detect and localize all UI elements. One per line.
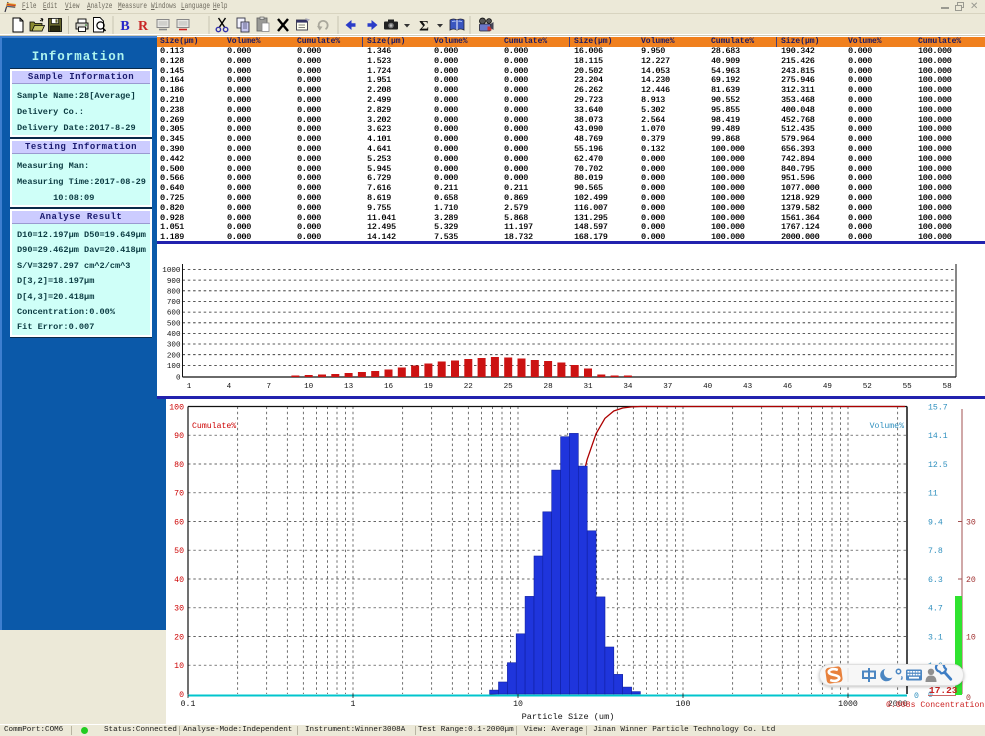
- svg-text:100: 100: [167, 363, 181, 371]
- svg-text:25: 25: [504, 383, 514, 391]
- svg-text:700: 700: [167, 299, 181, 307]
- svg-text:Particle Size (um): Particle Size (um): [522, 712, 615, 722]
- svg-text:14.1: 14.1: [928, 432, 948, 441]
- svg-text:0.1: 0.1: [181, 700, 196, 709]
- svg-text:20: 20: [174, 633, 184, 642]
- svg-text:9.4: 9.4: [928, 518, 943, 527]
- svg-text:90: 90: [174, 432, 184, 441]
- svg-text:40: 40: [703, 383, 713, 391]
- svg-text:12.5: 12.5: [928, 461, 948, 470]
- svg-text:Σ: Σ: [419, 19, 429, 35]
- svg-text:30: 30: [174, 605, 184, 614]
- svg-text:Cumulate%: Cumulate%: [192, 421, 236, 431]
- svg-text:Volume%: Volume%: [870, 421, 904, 431]
- svg-text:10: 10: [304, 383, 314, 391]
- svg-text:0: 0: [176, 375, 181, 383]
- svg-text:0.008s Concentration: 0.008s Concentration: [886, 700, 984, 710]
- svg-text:1000: 1000: [162, 267, 181, 275]
- svg-text:50: 50: [174, 547, 184, 556]
- svg-text:80: 80: [174, 461, 184, 470]
- svg-text:B: B: [120, 19, 129, 34]
- svg-text:400: 400: [167, 331, 181, 339]
- svg-text:19: 19: [424, 383, 434, 391]
- svg-text:70: 70: [174, 490, 184, 499]
- svg-text:58: 58: [943, 383, 953, 391]
- svg-text:3.1: 3.1: [928, 633, 943, 642]
- svg-text:4: 4: [227, 383, 232, 391]
- svg-text:7.8: 7.8: [928, 547, 943, 556]
- svg-text:22: 22: [464, 383, 474, 391]
- svg-text:100: 100: [169, 403, 184, 412]
- svg-text:10: 10: [966, 634, 976, 643]
- svg-text:10: 10: [174, 662, 184, 671]
- svg-text:11: 11: [928, 490, 938, 499]
- svg-text:60: 60: [174, 518, 184, 527]
- svg-text:R: R: [138, 19, 149, 34]
- svg-text:55: 55: [903, 383, 913, 391]
- svg-text:16: 16: [384, 383, 394, 391]
- svg-text:10: 10: [513, 700, 523, 709]
- svg-text:28: 28: [544, 383, 554, 391]
- svg-text:600: 600: [167, 310, 181, 318]
- svg-text:200: 200: [167, 352, 181, 360]
- svg-text:43: 43: [743, 383, 753, 391]
- svg-text:500: 500: [167, 320, 181, 328]
- svg-text:900: 900: [167, 278, 181, 286]
- svg-text:1: 1: [351, 700, 356, 709]
- svg-text:46: 46: [783, 383, 793, 391]
- svg-text:15.7: 15.7: [928, 403, 948, 412]
- svg-text:4.7: 4.7: [928, 605, 943, 614]
- svg-text:52: 52: [863, 383, 873, 391]
- svg-text:100: 100: [676, 700, 691, 709]
- svg-text:49: 49: [823, 383, 833, 391]
- svg-text:800: 800: [167, 288, 181, 296]
- svg-text:20: 20: [966, 576, 976, 585]
- svg-text:7: 7: [267, 383, 272, 391]
- svg-text:6.3: 6.3: [928, 576, 943, 585]
- svg-text:1000: 1000: [838, 700, 858, 709]
- svg-text:0: 0: [914, 692, 919, 701]
- svg-text:300: 300: [167, 342, 181, 350]
- svg-text:31: 31: [583, 383, 593, 391]
- svg-text:13: 13: [344, 383, 354, 391]
- svg-text:40: 40: [174, 576, 184, 585]
- svg-text:1: 1: [187, 383, 192, 391]
- svg-text:37: 37: [663, 383, 672, 391]
- svg-text:30: 30: [966, 519, 976, 528]
- svg-text:0: 0: [179, 691, 184, 700]
- svg-text:34: 34: [623, 383, 633, 391]
